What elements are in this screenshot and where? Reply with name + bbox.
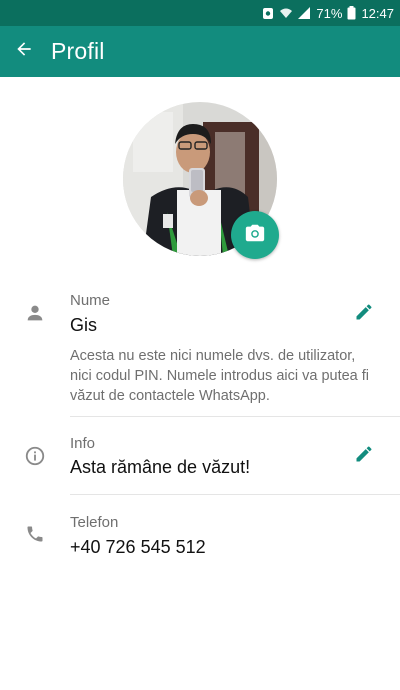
edit-name-button[interactable] bbox=[352, 302, 376, 326]
change-photo-button[interactable] bbox=[231, 211, 279, 259]
wifi-icon bbox=[279, 7, 293, 19]
info-value[interactable]: Asta rămâne de văzut! bbox=[70, 457, 250, 478]
info-icon bbox=[22, 443, 48, 469]
battery-icon bbox=[347, 6, 356, 20]
signal-icon bbox=[298, 7, 311, 19]
info-label: Info bbox=[70, 435, 96, 452]
avatar-container bbox=[123, 102, 279, 259]
name-value[interactable]: Gis bbox=[70, 315, 97, 336]
battery-percent: 71% bbox=[316, 5, 343, 21]
pencil-icon bbox=[354, 444, 374, 469]
back-arrow-icon bbox=[14, 39, 34, 64]
edit-info-button[interactable] bbox=[352, 444, 376, 468]
divider bbox=[70, 494, 400, 495]
back-button[interactable] bbox=[0, 26, 48, 77]
pencil-icon bbox=[354, 302, 374, 327]
page-title: Profil bbox=[51, 38, 105, 64]
clock: 12:47 bbox=[361, 5, 394, 21]
person-icon bbox=[22, 300, 48, 326]
phone-icon bbox=[22, 521, 48, 547]
status-bar: 71% 12:47 bbox=[0, 0, 400, 26]
phone-label: Telefon bbox=[70, 514, 119, 531]
name-hint: Acesta nu este nici numele dvs. de utili… bbox=[70, 348, 370, 404]
name-label: Nume bbox=[70, 292, 111, 309]
app-bar: Profil bbox=[0, 26, 400, 77]
divider bbox=[70, 416, 400, 417]
camera-icon bbox=[244, 222, 266, 249]
phone-value: +40 726 545 512 bbox=[70, 537, 206, 557]
notification-icon bbox=[262, 7, 274, 20]
